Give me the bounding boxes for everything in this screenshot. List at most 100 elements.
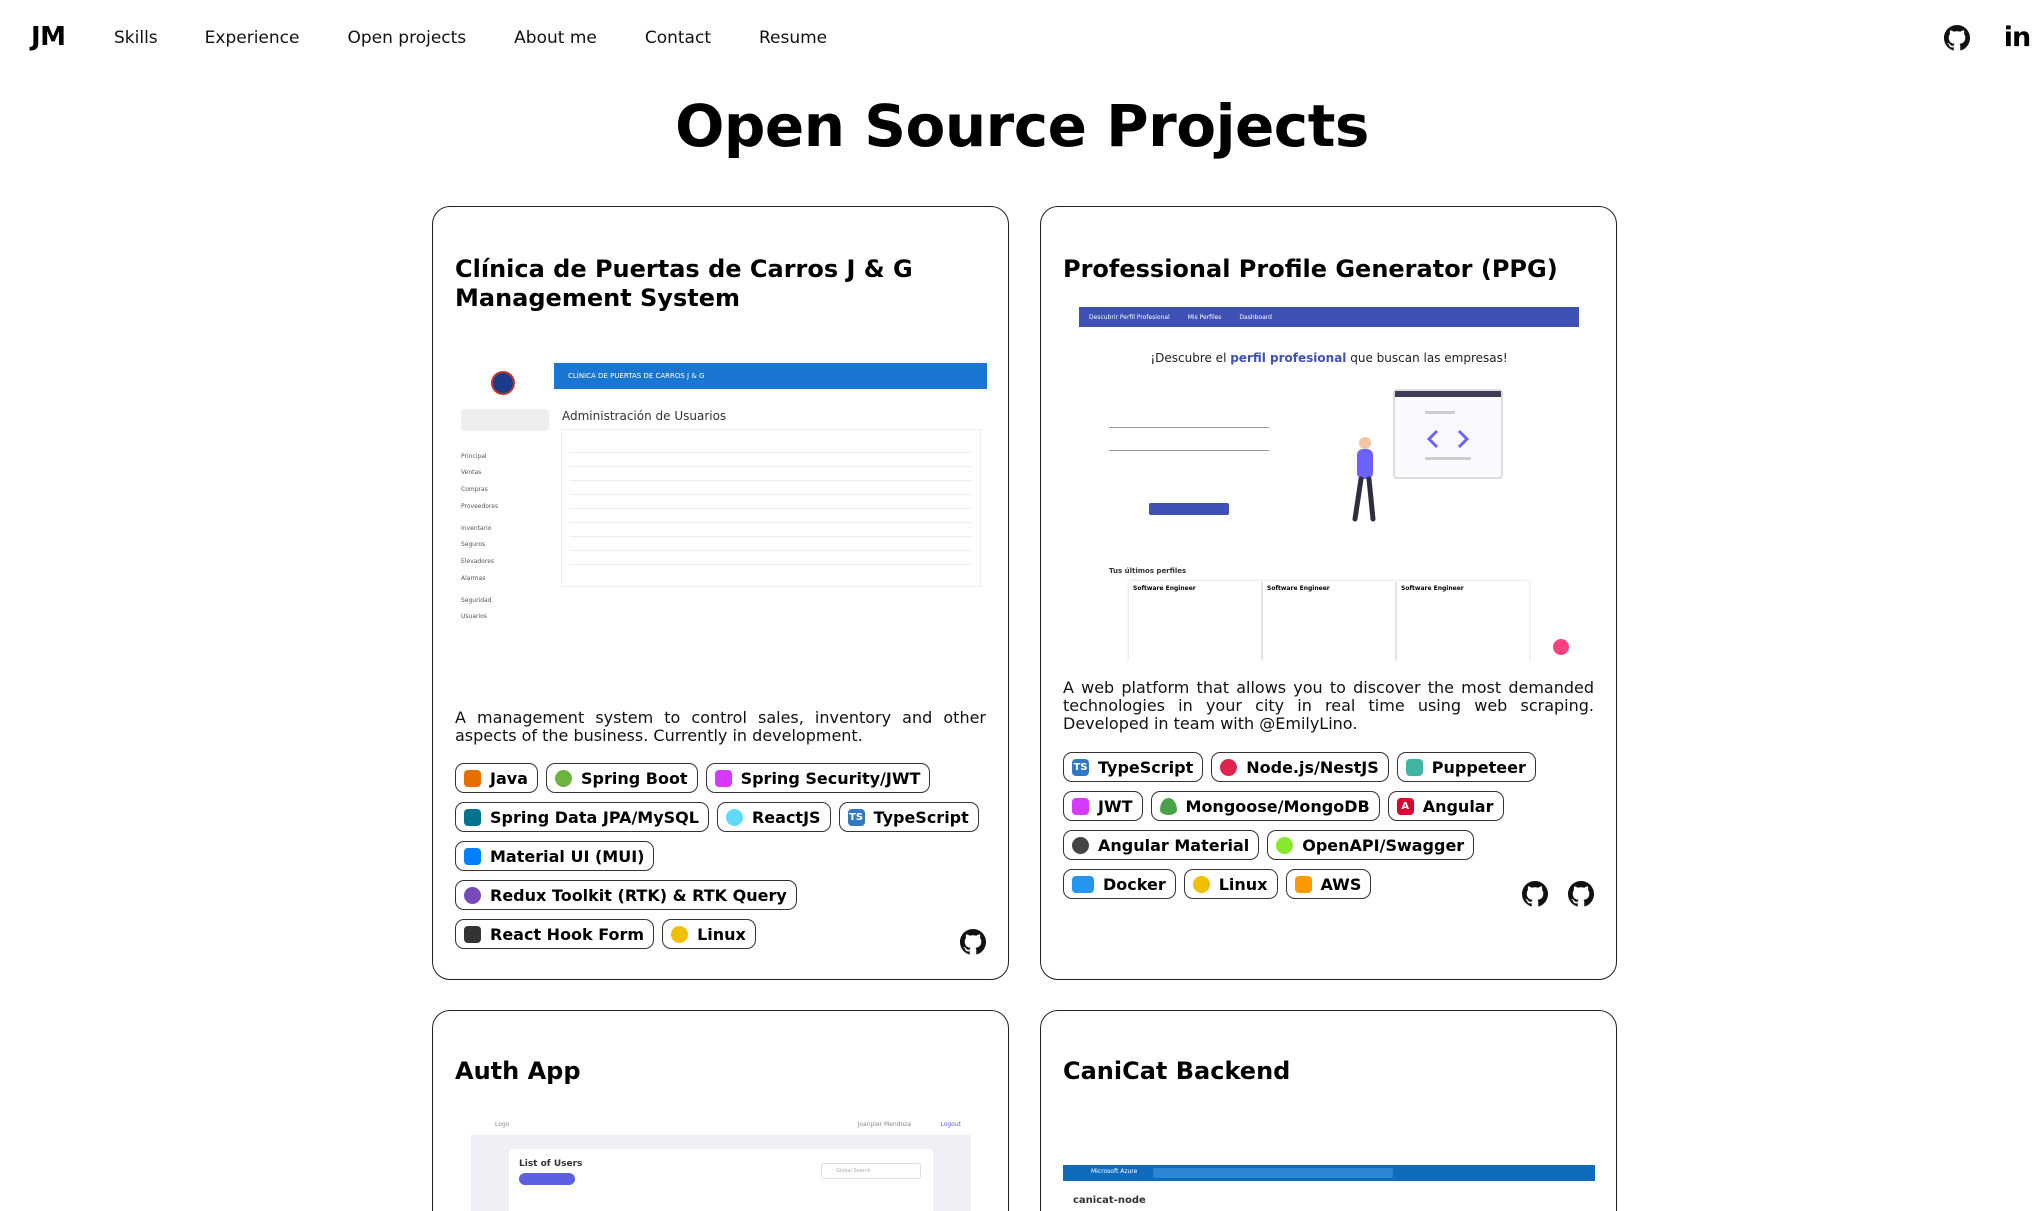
project-card-auth-app: Auth App Logo Joanpier Mendoza Logout Li…: [432, 1010, 1009, 1211]
menu-item: Alarmas: [461, 575, 486, 582]
screenshot-resource: canicat-node: [1073, 1195, 1146, 1206]
github-icon[interactable]: [960, 929, 986, 955]
nestjs-icon: [1220, 758, 1238, 776]
project-card-canicat: CaniCat Backend Microsoft Azure canicat-…: [1040, 1010, 1617, 1211]
tag-react-hook-form: React Hook Form: [455, 919, 655, 949]
social-icons: in: [1942, 23, 2032, 53]
tag-mui: Material UI (MUI): [455, 841, 655, 871]
menu-item: Ventas: [461, 469, 482, 476]
screenshot-header: Microsoft Azure: [1063, 1165, 1595, 1181]
nav-link-experience[interactable]: Experience: [205, 28, 300, 48]
tag-reactjs: ReactJS: [716, 802, 831, 832]
menu-item: Seguros: [461, 541, 486, 548]
project-card-clinica: Clínica de Puertas de Carros J & G Manag…: [432, 206, 1009, 980]
nav-link-resume[interactable]: Resume: [759, 28, 827, 48]
linux-icon: [671, 925, 689, 943]
menu-item: Proveedores: [461, 503, 499, 510]
tag-java: Java: [455, 763, 538, 793]
project-screenshot: Microsoft Azure canicat-node: [1063, 1165, 1595, 1211]
swagger-icon: [1276, 836, 1294, 854]
nav-link-about-me[interactable]: About me: [514, 28, 597, 48]
project-title: Clínica de Puertas de Carros J & G Manag…: [455, 255, 913, 312]
screenshot-profiles: Tus últimos perfiles Software Engineer S…: [1109, 567, 1549, 661]
tag-angular-material: Angular Material: [1063, 830, 1260, 860]
screenshot-header: Logo Joanpier Mendoza Logout: [471, 1115, 971, 1135]
menu-item: Usuarios: [461, 613, 487, 620]
typescript-icon: TS: [847, 808, 865, 826]
logo-icon: [491, 371, 515, 395]
tag-spring-data: Spring Data JPA/MySQL: [455, 802, 709, 832]
tag-typescript: TS TypeScript: [838, 802, 979, 832]
menu-item: Elevadores: [461, 558, 495, 565]
project-screenshot: Principal Ventas Compras Proveedores Inv…: [455, 363, 987, 663]
project-screenshot: Logo Joanpier Mendoza Logout List of Use…: [471, 1115, 971, 1211]
tag-aws: AWS: [1285, 869, 1372, 899]
tag-linux: Linux: [1183, 869, 1278, 899]
github-icon[interactable]: [1568, 881, 1594, 907]
nav-link-skills[interactable]: Skills: [114, 28, 158, 48]
spring-icon: [554, 769, 572, 787]
tag-angular: A Angular: [1387, 791, 1504, 821]
menu-item: Inventario: [461, 525, 492, 532]
tag-linux: Linux: [662, 919, 756, 949]
screenshot-button: [1149, 503, 1229, 515]
project-links: [1522, 881, 1594, 907]
wrench-icon: [464, 925, 481, 943]
project-title: Professional Profile Generator (PPG): [1063, 255, 1558, 283]
person-illustration-icon: [1352, 437, 1376, 522]
fab-icon: [1553, 639, 1569, 655]
tag-redux: Redux Toolkit (RTK) & RTK Query: [455, 880, 797, 910]
top-nav: JM Skills Experience Open projects About…: [0, 0, 2044, 76]
project-description: A web platform that allows you to discov…: [1063, 678, 1594, 733]
tag-jwt: JWT: [1063, 791, 1143, 821]
create-person-button: [519, 1173, 575, 1185]
jwt-icon: [714, 769, 732, 787]
github-icon[interactable]: [1942, 23, 1972, 53]
tag-nestjs: Node.js/NestJS: [1211, 752, 1389, 782]
project-title: Auth App: [455, 1057, 581, 1085]
github-icon[interactable]: [1522, 881, 1548, 907]
menu-item: Compras: [461, 486, 488, 493]
project-links: [960, 929, 986, 955]
mongodb-icon: [1159, 797, 1177, 815]
tech-tags: TS TypeScript Node.js/NestJS Puppeteer JW…: [1063, 752, 1594, 899]
tag-puppeteer: Puppeteer: [1396, 752, 1536, 782]
search-input: Global Search: [821, 1163, 921, 1179]
puppeteer-icon: [1405, 758, 1423, 776]
linux-icon: [1192, 875, 1210, 893]
screenshot-form: [1109, 397, 1269, 451]
project-card-ppg: Professional Profile Generator (PPG) Des…: [1040, 206, 1617, 980]
tag-docker: Docker: [1063, 869, 1176, 899]
screenshot-sidebar: Principal Ventas Compras Proveedores Inv…: [455, 363, 554, 663]
angular-material-icon: [1072, 836, 1089, 854]
avatar: [461, 409, 549, 431]
screenshot-header: CLÍNICA DE PUERTAS DE CARROS J & G: [554, 363, 987, 389]
tag-swagger: OpenAPI/Swagger: [1267, 830, 1475, 860]
brand-logo[interactable]: JM: [31, 22, 66, 52]
search-input: [1153, 1168, 1393, 1178]
jwt-icon: [1072, 797, 1089, 815]
screenshot-table: [561, 429, 981, 587]
screenshot-headline: ¡Descubre el perfil profesional que busc…: [1150, 351, 1508, 365]
react-icon: [725, 808, 743, 826]
project-screenshot: Descubrir Perfil Profesional Mis Perfile…: [1079, 307, 1579, 661]
page-title: Open Source Projects: [675, 92, 1369, 160]
linkedin-icon[interactable]: in: [2002, 23, 2032, 53]
tech-tags: Java Spring Boot Spring Security/JWT Spr…: [455, 763, 986, 949]
redux-icon: [464, 886, 481, 904]
mysql-icon: [464, 808, 481, 826]
tag-mongodb: Mongoose/MongoDB: [1150, 791, 1380, 821]
nav-link-contact[interactable]: Contact: [645, 28, 711, 48]
project-title: CaniCat Backend: [1063, 1057, 1291, 1085]
nav-links: Skills Experience Open projects About me…: [114, 28, 875, 48]
tag-spring-boot: Spring Boot: [545, 763, 698, 793]
typescript-icon: TS: [1072, 758, 1089, 776]
screenshot-header: Descubrir Perfil Profesional Mis Perfile…: [1079, 307, 1579, 327]
java-icon: [464, 769, 481, 787]
code-illustration-icon: [1393, 389, 1503, 479]
docker-icon: [1072, 875, 1094, 893]
screenshot-title: Administración de Usuarios: [562, 409, 727, 423]
tag-typescript: TS TypeScript: [1063, 752, 1204, 782]
nav-link-open-projects[interactable]: Open projects: [347, 28, 466, 48]
menu-item: Principal: [461, 453, 487, 460]
